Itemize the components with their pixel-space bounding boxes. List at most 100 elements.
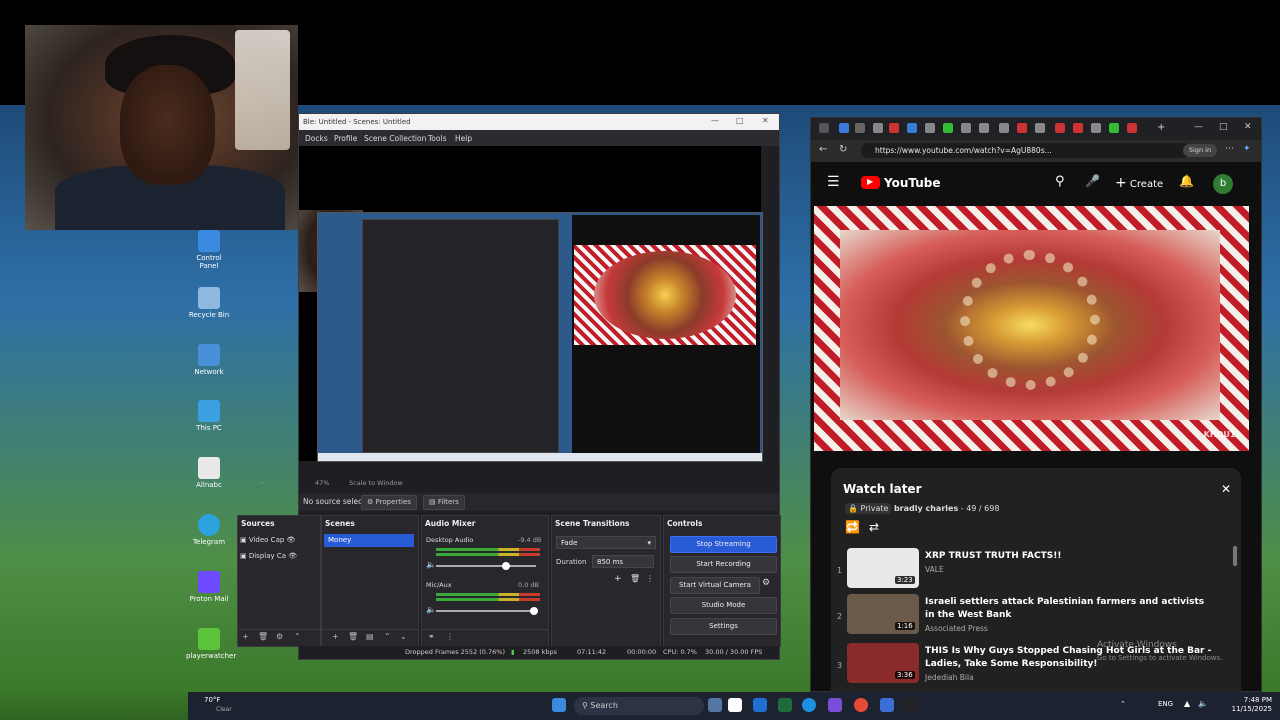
- add-source-icon[interactable]: +: [242, 632, 249, 641]
- start-recording-button[interactable]: Start Recording: [670, 556, 777, 573]
- obs-window[interactable]: Ble: Untitled - Scenes: Untitled — □ ✕ D…: [237, 113, 781, 660]
- speaker-icon[interactable]: 🔈: [426, 560, 436, 569]
- desktop-icon-recycle-bin[interactable]: Recycle Bin: [186, 287, 232, 319]
- close-icon[interactable]: ✕: [762, 116, 769, 125]
- close-icon[interactable]: ✕: [1221, 482, 1231, 496]
- tab-icon[interactable]: [1073, 123, 1083, 133]
- tab-icon[interactable]: [1109, 123, 1119, 133]
- close-icon[interactable]: ✕: [1244, 122, 1252, 132]
- link-icon[interactable]: ⚭: [428, 632, 435, 641]
- menu-scene-collection[interactable]: Scene Collection: [364, 134, 426, 143]
- desktop-icon-telegram[interactable]: Telegram: [186, 514, 232, 546]
- playlist-title[interactable]: Watch later: [843, 482, 921, 496]
- speaker-icon[interactable]: 🔈: [426, 605, 436, 614]
- obs-icon[interactable]: [904, 698, 918, 712]
- address-bar[interactable]: https://www.youtube.com/watch?v=AgU880s.…: [861, 143, 1191, 158]
- start-virtual-camera-button[interactable]: Start Virtual Camera: [670, 577, 760, 594]
- app-icon[interactable]: [880, 698, 894, 712]
- stop-streaming-button[interactable]: Stop Streaming: [670, 536, 777, 553]
- weather-temp[interactable]: 70°F: [204, 696, 220, 704]
- browser-window[interactable]: + — □ ✕ ← ↻ https://www.youtube.com/watc…: [810, 117, 1262, 693]
- system-clock[interactable]: 7:48 PM 11/15/2025: [1232, 696, 1272, 714]
- tab-icon[interactable]: [1035, 123, 1045, 133]
- new-tab-icon[interactable]: +: [1157, 122, 1165, 133]
- start-windows-icon[interactable]: [552, 698, 566, 712]
- menu-docks[interactable]: Docks: [305, 134, 328, 143]
- shuffle-icon[interactable]: ⇄: [869, 520, 879, 534]
- loop-icon[interactable]: 🔁: [845, 520, 860, 534]
- reload-icon[interactable]: ↻: [839, 144, 847, 155]
- remove-source-icon[interactable]: 🗑: [258, 632, 268, 641]
- edge-browser-icon[interactable]: [802, 698, 816, 712]
- move-up-icon[interactable]: ⌃: [384, 632, 391, 641]
- playlist-scrollbar[interactable]: [1233, 546, 1237, 566]
- add-transition-icon[interactable]: +: [614, 574, 622, 584]
- mail-icon[interactable]: [753, 698, 767, 712]
- settings-button[interactable]: Settings: [670, 618, 777, 635]
- properties-button[interactable]: ⚙ Properties: [361, 495, 417, 510]
- desktop-icon-proton-mail[interactable]: Proton Mail: [186, 571, 232, 603]
- tab-icon[interactable]: [907, 123, 917, 133]
- playlist-item[interactable]: 1 3:23 XRP TRUST TRUTH FACTS!! VALE: [837, 548, 1232, 592]
- maximize-icon[interactable]: □: [1219, 122, 1228, 132]
- tab-icon[interactable]: [979, 123, 989, 133]
- chrome-icon[interactable]: [854, 698, 868, 712]
- copilot-icon[interactable]: ✦: [1243, 144, 1251, 154]
- minimize-icon[interactable]: —: [711, 116, 719, 125]
- source-settings-icon[interactable]: ⚙: [276, 632, 283, 641]
- more-icon[interactable]: ⋯: [1225, 144, 1234, 154]
- tab-icon[interactable]: [1017, 123, 1027, 133]
- file-explorer-icon[interactable]: [778, 698, 792, 712]
- zoom-minus-icon[interactable]: −: [259, 479, 264, 487]
- more-icon[interactable]: ⋮: [646, 574, 654, 583]
- obs-title-bar[interactable]: Ble: Untitled - Scenes: Untitled — □ ✕: [299, 114, 779, 130]
- menu-tools[interactable]: Tools: [428, 134, 446, 143]
- search-icon[interactable]: ⚲: [1055, 174, 1065, 189]
- widgets-icon[interactable]: [708, 698, 722, 712]
- create-button[interactable]: + Create: [1111, 172, 1167, 194]
- tab-icon[interactable]: [999, 123, 1009, 133]
- copilot-icon[interactable]: [828, 698, 842, 712]
- language-indicator[interactable]: ENG: [1158, 700, 1173, 708]
- minimize-icon[interactable]: —: [1194, 122, 1203, 132]
- studio-mode-button[interactable]: Studio Mode: [670, 597, 777, 614]
- playlist-item[interactable]: 2 1:16 Israeli settlers attack Palestini…: [837, 594, 1232, 638]
- menu-icon[interactable]: ☰: [827, 174, 840, 190]
- desktop-audio-volume-slider[interactable]: [436, 562, 536, 570]
- gear-icon[interactable]: ⚙: [762, 578, 770, 588]
- tab-icon[interactable]: [855, 123, 865, 133]
- move-up-icon[interactable]: ⌃: [294, 632, 301, 641]
- remove-transition-icon[interactable]: 🗑: [630, 574, 640, 583]
- chevron-up-icon[interactable]: ⌃: [1120, 700, 1126, 708]
- tab-icon[interactable]: [873, 123, 883, 133]
- remove-scene-icon[interactable]: 🗑: [348, 632, 358, 641]
- desktop-icon-playerwatcher[interactable]: playerwatcher: [186, 628, 236, 660]
- scene-filter-icon[interactable]: ▤: [366, 632, 374, 641]
- microphone-icon[interactable]: 🎤: [1085, 174, 1100, 188]
- tab-icon[interactable]: [1127, 123, 1137, 133]
- scene-item-selected[interactable]: Money: [324, 534, 414, 547]
- maximize-icon[interactable]: □: [736, 116, 744, 125]
- notifications-bell-icon[interactable]: 🔔: [1179, 174, 1194, 188]
- transition-select[interactable]: Fade ▾: [556, 536, 656, 549]
- volume-icon[interactable]: 🔈: [1198, 699, 1208, 708]
- sign-in-button[interactable]: Sign in: [1183, 144, 1217, 157]
- wifi-icon[interactable]: ▲: [1184, 699, 1190, 708]
- menu-help[interactable]: Help: [455, 134, 472, 143]
- back-icon[interactable]: ←: [819, 144, 827, 155]
- source-item[interactable]: ▣ Video Cap 👁: [240, 536, 318, 548]
- tab-icon[interactable]: [943, 123, 953, 133]
- scale-to-window[interactable]: Scale to Window: [349, 479, 403, 487]
- move-down-icon[interactable]: ⌄: [400, 632, 407, 641]
- task-view-icon[interactable]: [728, 698, 742, 712]
- desktop-icon-network[interactable]: Network: [186, 344, 232, 376]
- obs-preview-canvas[interactable]: [299, 146, 763, 462]
- tab-icon[interactable]: [1091, 123, 1101, 133]
- menu-profile[interactable]: Profile: [334, 134, 357, 143]
- desktop-icon-this-pc[interactable]: This PC: [186, 400, 232, 432]
- filters-button[interactable]: ▤ Filters: [423, 495, 465, 510]
- more-icon[interactable]: ⋮: [446, 632, 454, 641]
- duration-input[interactable]: 850 ms: [592, 555, 654, 568]
- desktop-icon-control-panel[interactable]: Control Panel: [186, 230, 232, 270]
- tab-icon[interactable]: [1055, 123, 1065, 133]
